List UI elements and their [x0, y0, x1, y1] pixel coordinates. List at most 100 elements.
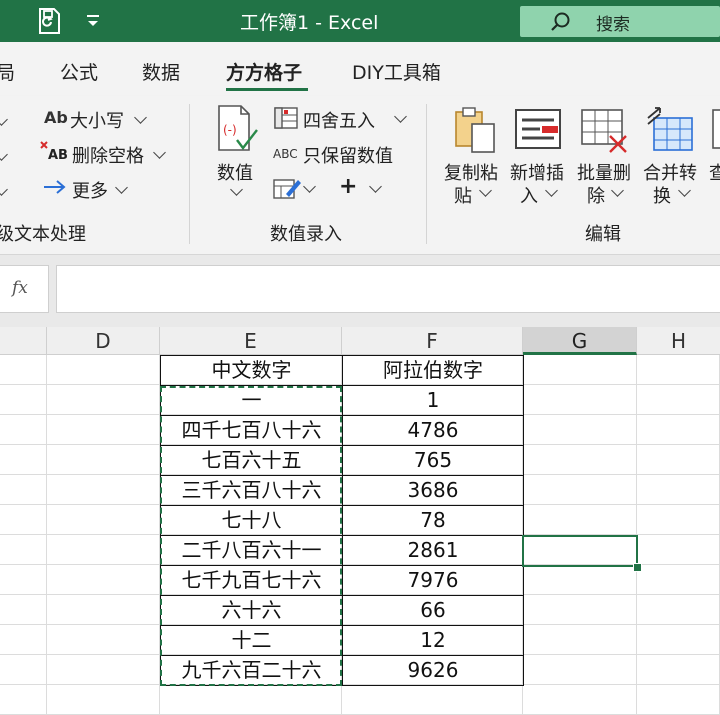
svg-text:AB: AB — [48, 148, 68, 162]
formula-input[interactable] — [56, 265, 720, 313]
grid-cell[interactable] — [523, 625, 637, 655]
customize-toolbar-icon[interactable] — [84, 12, 104, 30]
grid-cell[interactable] — [0, 355, 47, 385]
table-cell[interactable]: 66 — [342, 595, 524, 626]
value-label: 数值 — [217, 163, 253, 184]
search-box[interactable]: 搜索 — [520, 6, 720, 37]
chevron-down-icon[interactable] — [0, 148, 8, 161]
table-cell[interactable]: 1 — [342, 385, 524, 416]
title-bar: 工作簿1 - Excel 搜索 — [0, 0, 720, 42]
table-cell[interactable]: 4786 — [342, 415, 524, 446]
tab-formulas[interactable]: 公式 — [60, 58, 98, 85]
grid-cell[interactable] — [47, 355, 160, 385]
case-label: 大小写 — [70, 111, 124, 132]
table-cell[interactable]: 7976 — [342, 565, 524, 596]
grid-cell[interactable] — [47, 535, 160, 565]
grid-cell[interactable] — [0, 595, 47, 625]
chevron-down-icon — [678, 184, 691, 197]
grid-cell[interactable] — [637, 505, 720, 535]
grid-cell[interactable] — [637, 535, 720, 565]
tab-data[interactable]: 数据 — [142, 58, 180, 85]
table-cell[interactable]: 765 — [342, 445, 524, 476]
copy-paste-label-line2: 贴 — [454, 186, 472, 207]
column-header-f[interactable]: F — [342, 327, 523, 355]
table-cell[interactable]: 78 — [342, 505, 524, 536]
grid-cell[interactable] — [523, 475, 637, 505]
find-label: 查 — [709, 163, 720, 184]
grid-cell[interactable] — [523, 445, 637, 475]
grid-cell[interactable] — [0, 505, 47, 535]
grid-cell[interactable] — [47, 625, 160, 655]
number-group-label: 数值录入 — [270, 224, 342, 245]
grid-cell[interactable] — [637, 625, 720, 655]
grid-cell[interactable] — [47, 445, 160, 475]
column-header-h[interactable]: H — [637, 327, 720, 355]
table-cell[interactable]: 12 — [342, 625, 524, 656]
grid-cell[interactable] — [47, 385, 160, 415]
grid-cell[interactable] — [0, 445, 47, 475]
text-group-label: 级文本处理 — [0, 224, 86, 245]
grid-cell[interactable] — [637, 415, 720, 445]
grid-cell[interactable] — [523, 595, 637, 625]
table-cell[interactable]: 2861 — [342, 535, 524, 566]
round-icon — [274, 107, 298, 129]
insert-function-button[interactable]: fx — [0, 265, 49, 313]
save-icon[interactable] — [36, 7, 62, 35]
grid-cell[interactable] — [523, 355, 637, 385]
column-header-d[interactable]: D — [47, 327, 160, 355]
column-header-g[interactable]: G — [523, 327, 637, 355]
clipboard-icon — [455, 107, 495, 153]
grid-cell[interactable] — [523, 505, 637, 535]
table-cell[interactable]: 3686 — [342, 475, 524, 506]
chevron-down-icon[interactable] — [0, 113, 8, 126]
tab-layout[interactable]: 局 — [0, 58, 15, 85]
grid-cell[interactable] — [0, 475, 47, 505]
grid-cell[interactable] — [637, 385, 720, 415]
fill-handle[interactable] — [633, 563, 642, 572]
plus-icon: + — [339, 174, 358, 199]
grid-cell[interactable] — [523, 655, 637, 685]
round-label: 四舍五入 — [303, 111, 375, 132]
active-cell[interactable] — [522, 535, 638, 567]
chevron-down-icon — [394, 110, 407, 123]
grid-cell[interactable] — [523, 565, 637, 595]
grid-cell[interactable] — [637, 565, 720, 595]
table-cell[interactable]: 9626 — [342, 655, 524, 686]
chevron-down-icon — [369, 180, 382, 193]
grid-cell[interactable] — [0, 625, 47, 655]
grid-cell[interactable] — [637, 355, 720, 385]
grid-cell[interactable] — [47, 655, 160, 685]
column-header-blank[interactable] — [0, 327, 47, 355]
grid-cell[interactable] — [0, 415, 47, 445]
merge-convert-icon — [647, 107, 693, 151]
grid-cell[interactable] — [47, 565, 160, 595]
tab-diy-toolbox[interactable]: DIY工具箱 — [352, 58, 441, 85]
grid-cell[interactable] — [637, 655, 720, 685]
table-header-cell[interactable]: 中文数字 — [160, 355, 343, 386]
grid-cell[interactable] — [637, 475, 720, 505]
grid-cell[interactable] — [47, 475, 160, 505]
tab-fangfanggezi[interactable]: 方方格子 — [226, 58, 302, 85]
chevron-down-icon — [479, 184, 492, 197]
arrow-right-icon — [44, 180, 66, 194]
grid-cell[interactable] — [637, 445, 720, 475]
active-tab-indicator — [226, 88, 308, 91]
grid-cell[interactable] — [0, 565, 47, 595]
grid-cell[interactable] — [47, 415, 160, 445]
grid-cell[interactable] — [47, 505, 160, 535]
find-icon — [712, 109, 720, 149]
window-title: 工作簿1 - Excel — [240, 12, 379, 34]
grid-cell[interactable] — [47, 595, 160, 625]
chevron-down-icon[interactable] — [0, 183, 8, 196]
table-header-cell[interactable]: 阿拉伯数字 — [342, 355, 524, 386]
grid-cell[interactable] — [637, 595, 720, 625]
grid-cell[interactable] — [0, 385, 47, 415]
more-label: 更多 — [72, 181, 108, 202]
grid-cell[interactable] — [523, 385, 637, 415]
keep-value-label: 只保留数值 — [303, 146, 393, 167]
column-header-e[interactable]: E — [160, 327, 342, 355]
grid-cell[interactable] — [523, 415, 637, 445]
fx-icon: fx — [12, 278, 28, 298]
grid-cell[interactable] — [0, 535, 47, 565]
grid-cell[interactable] — [0, 655, 47, 685]
